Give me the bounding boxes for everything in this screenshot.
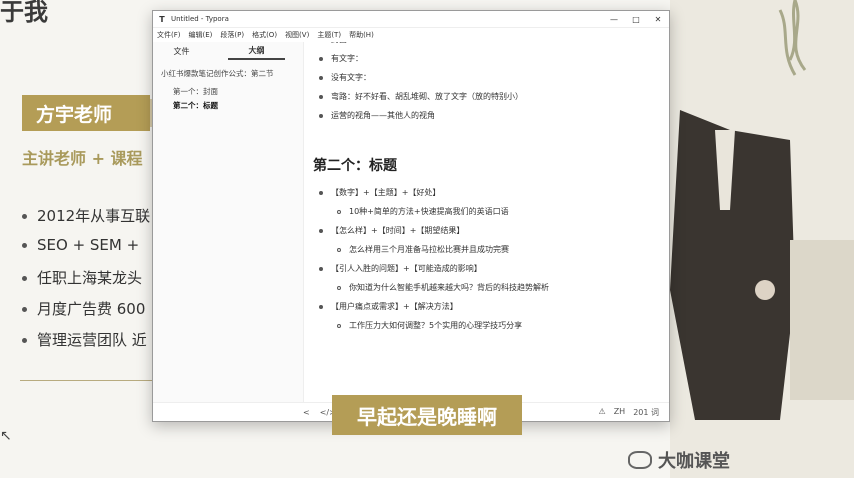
status-right: ⚠ ZH 201 词 xyxy=(599,407,659,418)
bullet-list: 2012年从事互联 SEO + SEM + 任职上海某龙头 月度广告费 600 … xyxy=(22,205,150,360)
bullet-item: 月度广告费 600 xyxy=(22,298,150,329)
menu-format[interactable]: 格式(O) xyxy=(252,30,277,40)
list-item: 有文字： xyxy=(313,53,663,72)
typora-icon: T xyxy=(159,14,165,24)
window-title: Untitled - Typora xyxy=(171,15,229,23)
bullet-item: 管理运营团队 近 xyxy=(22,329,150,360)
outline-panel: 小红书爆款笔记创作公式：第二节 第一个：封面 第二个：标题 xyxy=(153,60,303,121)
toggle-sidebar-icon[interactable]: < xyxy=(303,408,310,417)
slide-title: 于我 xyxy=(0,0,48,26)
menu-help[interactable]: 帮助(H) xyxy=(349,30,374,40)
sidebar-tabs: 文件 大纲 xyxy=(153,42,303,60)
warning-icon[interactable]: ⚠ xyxy=(599,407,606,418)
teacher-badge: 方宇老师 xyxy=(22,95,158,131)
brand-logo: 大咖课堂 xyxy=(628,447,730,473)
status-left: < </> xyxy=(303,408,336,417)
close-button[interactable]: ✕ xyxy=(647,15,669,24)
minimize-button[interactable]: — xyxy=(603,15,625,24)
mouse-cursor-icon: ↖ xyxy=(0,428,12,444)
list-subitem: 工作压力大如何调整？5个实用的心理学技巧分享 xyxy=(313,320,663,339)
editor-content[interactable]: 封面 有文字： 没有文字： 弯路：好不好看、胡乱堆砌、放了文字（放的特别小） 运… xyxy=(313,42,663,403)
video-caption: 早起还是晚睡啊 xyxy=(332,395,522,435)
word-count[interactable]: 201 词 xyxy=(633,407,659,418)
divider xyxy=(20,380,155,381)
list-item: 没有文字： xyxy=(313,72,663,91)
menu-bar: 文件(F) 编辑(E) 段落(P) 格式(O) 视图(V) 主题(T) 帮助(H… xyxy=(153,28,669,42)
list-item: 弯路：好不好看、胡乱堆砌、放了文字（放的特别小） xyxy=(313,91,663,110)
typora-window: T Untitled - Typora — □ ✕ 文件(F) 编辑(E) 段落… xyxy=(152,10,670,422)
formula-list: 【数字】+【主题】+【好处】 10种+简单的方法+快速提高我们的英语口语 【怎么… xyxy=(313,187,663,339)
menu-file[interactable]: 文件(F) xyxy=(157,30,181,40)
bullet-item: SEO + SEM + xyxy=(22,236,150,267)
language-indicator[interactable]: ZH xyxy=(614,407,626,418)
list-subitem: 怎么样用三个月准备马拉松比赛并且成功完赛 xyxy=(313,244,663,263)
menu-theme[interactable]: 主题(T) xyxy=(317,30,341,40)
list-item: 【用户痛点或需求】+【解决方法】 xyxy=(313,301,663,320)
tab-files[interactable]: 文件 xyxy=(153,44,210,59)
plant-image xyxy=(778,0,807,76)
maximize-button[interactable]: □ xyxy=(625,15,647,24)
menu-paragraph[interactable]: 段落(P) xyxy=(220,30,244,40)
outline-item-title[interactable]: 小红书爆款笔记创作公式：第二节 xyxy=(161,68,295,79)
list-item: 【引人入胜的问题】+【可能造成的影响】 xyxy=(313,263,663,282)
logo-icon xyxy=(628,451,652,469)
slide-subtitle: 主讲老师 + 课程 xyxy=(22,149,143,168)
section-heading: 第二个：标题 xyxy=(313,158,397,174)
sidebar: 文件 大纲 小红书爆款笔记创作公式：第二节 第一个：封面 第二个：标题 xyxy=(153,42,304,403)
outline-item-heading[interactable]: 第二个：标题 xyxy=(161,99,295,113)
title-bar: T Untitled - Typora — □ ✕ xyxy=(153,11,669,28)
outline-item-cover[interactable]: 第一个：封面 xyxy=(161,85,295,99)
presenter-image xyxy=(670,110,795,420)
top-list: 封面 有文字： 没有文字： 弯路：好不好看、胡乱堆砌、放了文字（放的特别小） 运… xyxy=(313,42,663,129)
list-item: 【数字】+【主题】+【好处】 xyxy=(313,187,663,206)
list-item: 【怎么样】+【时间】+【期望结果】 xyxy=(313,225,663,244)
list-subitem: 你知道为什么智能手机越来越大吗？背后的科技趋势解析 xyxy=(313,282,663,301)
window-controls: — □ ✕ xyxy=(603,15,669,24)
list-item: 封面 xyxy=(313,42,663,53)
menu-view[interactable]: 视图(V) xyxy=(285,30,309,40)
menu-edit[interactable]: 编辑(E) xyxy=(189,30,213,40)
list-item: 运营的视角——其他人的视角 xyxy=(313,110,663,129)
cabinet-image xyxy=(790,240,854,400)
tab-outline[interactable]: 大纲 xyxy=(228,43,285,60)
list-subitem: 10种+简单的方法+快速提高我们的英语口语 xyxy=(313,206,663,225)
bullet-item: 2012年从事互联 xyxy=(22,205,150,236)
bullet-item: 任职上海某龙头 xyxy=(22,267,150,298)
